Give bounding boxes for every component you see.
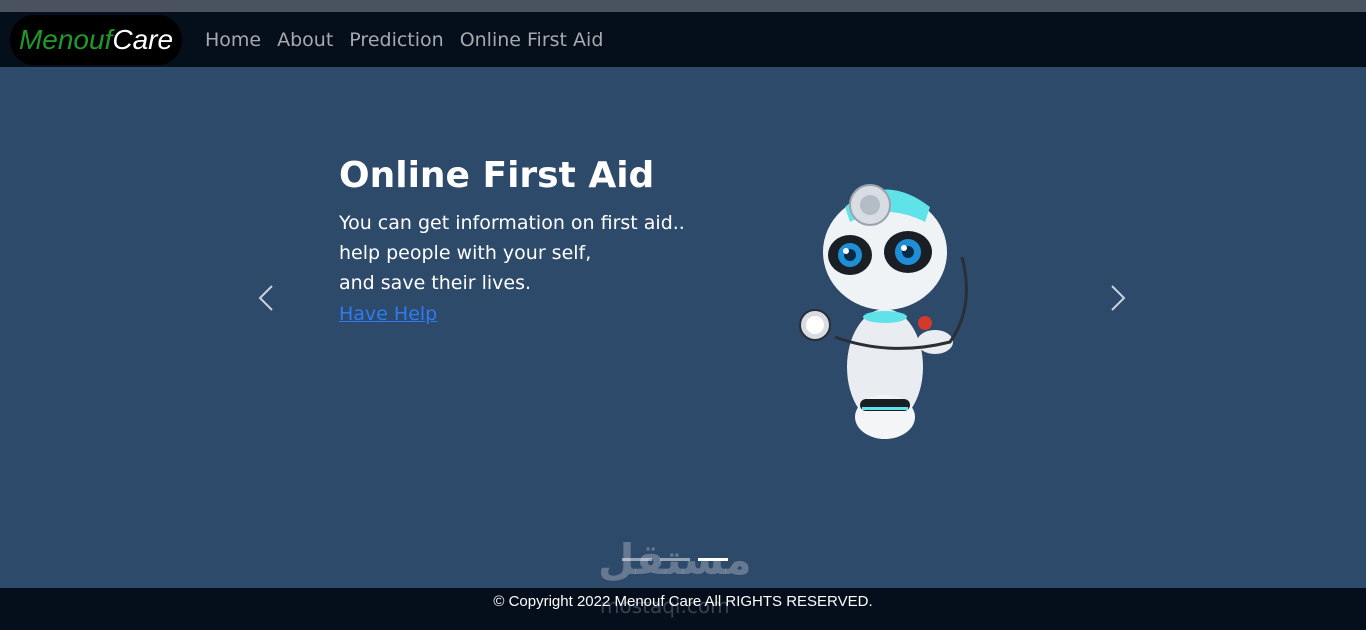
- navbar: Menouf Care Home About Prediction Online …: [0, 12, 1366, 67]
- chevron-left-icon: [258, 285, 273, 311]
- nav-link-about[interactable]: About: [277, 29, 333, 51]
- chevron-right-icon: [1111, 285, 1126, 311]
- have-help-link[interactable]: Have Help: [339, 303, 437, 325]
- carousel-next-button[interactable]: [1102, 280, 1132, 320]
- browser-top-strip: [0, 0, 1366, 12]
- nav-link-home[interactable]: Home: [205, 29, 261, 51]
- footer: mostaql.com © Copyright 2022 Menouf Care…: [0, 588, 1366, 630]
- brand-logo[interactable]: Menouf Care: [10, 15, 182, 65]
- hero-title: Online First Aid: [339, 155, 655, 196]
- nav-link-prediction[interactable]: Prediction: [349, 29, 443, 51]
- brand-text-part2: Care: [112, 24, 174, 55]
- carousel-indicator-1[interactable]: [622, 558, 652, 561]
- robot-doctor-illustration: [799, 184, 968, 439]
- hero-text-line-3: and save their lives.: [339, 272, 532, 294]
- brand-text-part1: Menouf: [18, 24, 113, 55]
- nav-links: Home About Prediction Online First Aid: [197, 12, 611, 67]
- nav-link-online-first-aid[interactable]: Online First Aid: [460, 29, 604, 51]
- carousel-indicator-2[interactable]: [660, 558, 690, 561]
- carousel-indicator-3[interactable]: [698, 558, 728, 561]
- hero-text-line-2: help people with your self,: [339, 242, 592, 264]
- hero-carousel: Online First Aid You can get information…: [0, 67, 1366, 588]
- footer-copyright: © Copyright 2022 Menouf Care All RIGHTS …: [493, 593, 873, 610]
- hero-text-line-1: You can get information on first aid..: [339, 212, 685, 234]
- carousel-indicators: [622, 558, 728, 561]
- carousel-prev-button[interactable]: [252, 280, 282, 320]
